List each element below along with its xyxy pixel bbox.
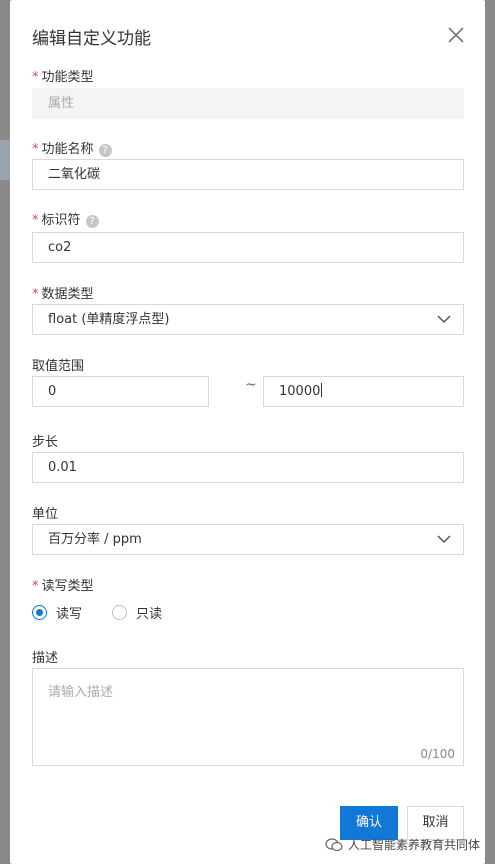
cancel-button[interactable]: 取消 bbox=[407, 806, 464, 840]
description-textarea[interactable]: 请输入描述 0/100 bbox=[32, 668, 464, 766]
chat-bubble-icon bbox=[325, 837, 343, 851]
description-label: 描述 bbox=[32, 651, 59, 666]
help-icon[interactable]: ? bbox=[85, 215, 99, 228]
help-icon[interactable]: ? bbox=[98, 144, 112, 157]
description-placeholder: 请输入描述 bbox=[48, 685, 114, 700]
chevron-down-icon bbox=[437, 315, 451, 324]
range-separator: ~ bbox=[245, 377, 257, 393]
value-range-label: 取值范围 bbox=[32, 359, 85, 374]
identifier-label: * 标识符? bbox=[32, 209, 99, 228]
required-mark: * bbox=[32, 579, 39, 594]
watermark-text: 人工智能素养教育共同体 bbox=[348, 838, 481, 852]
radio-read-only[interactable]: 只读 bbox=[112, 603, 162, 622]
range-max-input[interactable]: 10000 bbox=[263, 376, 464, 407]
required-mark: * bbox=[32, 142, 39, 157]
chevron-down-icon bbox=[437, 535, 451, 544]
radio-read-write[interactable]: 读写 bbox=[32, 603, 82, 622]
dialog-title: 编辑自定义功能 bbox=[32, 29, 151, 49]
close-icon[interactable] bbox=[448, 27, 464, 43]
confirm-button[interactable]: 确认 bbox=[340, 806, 398, 840]
radio-checked-icon[interactable] bbox=[32, 605, 47, 620]
function-type-label: * 功能类型 bbox=[32, 70, 94, 85]
unit-select[interactable]: 百万分率 / ppm bbox=[32, 524, 464, 555]
char-counter: 0/100 bbox=[420, 747, 455, 761]
watermark: 人工智能素养教育共同体 bbox=[325, 836, 480, 853]
range-min-input[interactable]: 0 bbox=[32, 376, 209, 407]
text-cursor bbox=[321, 383, 323, 397]
step-input[interactable]: 0.01 bbox=[32, 452, 464, 483]
required-mark: * bbox=[32, 213, 39, 228]
edit-function-dialog: 编辑自定义功能 * 功能类型 属性 * 功能名称? 二氧化碳 * 标识符? co2 *… bbox=[10, 0, 485, 864]
function-name-input[interactable]: 二氧化碳 bbox=[32, 159, 464, 190]
required-mark: * bbox=[32, 70, 39, 85]
rw-type-label: * 读写类型 bbox=[32, 579, 94, 594]
function-type-field: 属性 bbox=[32, 88, 464, 119]
identifier-input[interactable]: co2 bbox=[32, 232, 464, 263]
unit-label: 单位 bbox=[32, 507, 59, 522]
data-type-label: * 数据类型 bbox=[32, 287, 94, 302]
step-label: 步长 bbox=[32, 435, 59, 450]
data-type-select[interactable]: float (单精度浮点型) bbox=[32, 304, 464, 335]
radio-unchecked-icon[interactable] bbox=[112, 605, 127, 620]
required-mark: * bbox=[32, 287, 39, 302]
function-name-label: * 功能名称? bbox=[32, 138, 112, 157]
